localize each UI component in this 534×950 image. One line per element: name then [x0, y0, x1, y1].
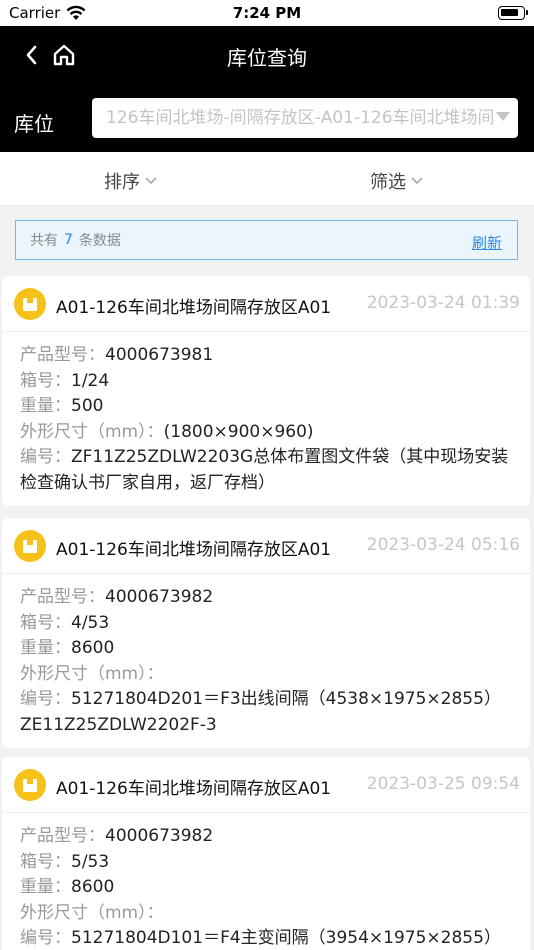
status-bar: Carrier 7:24 PM	[0, 0, 534, 26]
card-header: A01-126车间北堆场间隔存放区A01 2023-03-24 05:16	[2, 518, 530, 574]
code-value: 51271804D101＝F4主变间隔（3954×1975×2855）	[71, 928, 501, 948]
weight-value: 500	[71, 396, 104, 416]
box-icon	[14, 288, 46, 320]
code-value: 51271804D201＝F3出线间隔（4538×1975×2855）ZE11Z…	[20, 689, 501, 735]
model-label: 产品型号：	[20, 826, 105, 846]
model-value: 4000673982	[105, 587, 214, 607]
filter-button[interactable]: 筛选	[370, 168, 424, 194]
code-value: ZF11Z25ZDLW2203G总体布置图文件袋（其中现场安装检查确认书厂家自用…	[20, 447, 509, 493]
code-label: 编号：	[20, 447, 71, 467]
card-header: A01-126车间北堆场间隔存放区A01 2023-03-24 01:39	[2, 276, 530, 332]
weight-value: 8600	[71, 877, 115, 897]
box-icon	[14, 530, 46, 562]
box-icon	[14, 769, 46, 801]
filter-label: 筛选	[370, 172, 406, 193]
list-item[interactable]: A01-126车间北堆场间隔存放区A01 2023-03-25 09:54 产品…	[2, 757, 530, 950]
header: 库位查询 库位 126车间北堆场-间隔存放区-A01-126车间北堆场间	[0, 26, 534, 152]
result-summary: 共有 7 条数据 刷新	[15, 220, 518, 260]
size-label: 外形尺寸（mm）：	[20, 663, 164, 684]
model-value: 4000673982	[105, 826, 214, 846]
weight-label: 重量：	[20, 396, 71, 416]
size-value: (1800×900×960)	[163, 421, 314, 442]
card-title: A01-126车间北堆场间隔存放区A01	[56, 540, 332, 560]
size-label: 外形尺寸（mm）：	[20, 421, 164, 442]
card-time: 2023-03-24 01:39	[366, 293, 520, 313]
box-label: 箱号：	[20, 851, 71, 872]
card-time: 2023-03-25 09:54	[366, 774, 520, 794]
status-time: 7:24 PM	[232, 4, 302, 22]
dropdown-arrow-icon	[496, 112, 510, 121]
box-value: 5/53	[71, 851, 110, 872]
model-value: 4000673981	[105, 345, 214, 365]
sort-button[interactable]: 排序	[104, 168, 158, 194]
code-label: 编号：	[20, 928, 71, 948]
card-body: 产品型号：4000673981 箱号：1/24 重量：500 外形尺寸（mm）：…	[2, 332, 530, 506]
card-body: 产品型号：4000673982 箱号：5/53 重量：8600 外形尺寸（mm）…	[2, 813, 530, 950]
card-body: 产品型号：4000673982 箱号：4/53 重量：8600 外形尺寸（mm）…	[2, 574, 530, 748]
card-header: A01-126车间北堆场间隔存放区A01 2023-03-25 09:54	[2, 757, 530, 813]
box-label: 箱号：	[20, 370, 71, 391]
sort-label: 排序	[104, 172, 140, 193]
location-value: 126车间北堆场-间隔存放区-A01-126车间北堆场间	[106, 108, 495, 128]
list-item[interactable]: A01-126车间北堆场间隔存放区A01 2023-03-24 05:16 产品…	[2, 518, 530, 748]
weight-label: 重量：	[20, 638, 71, 658]
box-value: 4/53	[71, 612, 110, 633]
list-item[interactable]: A01-126车间北堆场间隔存放区A01 2023-03-24 01:39 产品…	[2, 276, 530, 506]
code-label: 编号：	[20, 689, 71, 709]
weight-value: 8600	[71, 638, 115, 658]
battery-icon	[498, 6, 528, 20]
location-select[interactable]: 126车间北堆场-间隔存放区-A01-126车间北堆场间	[92, 98, 518, 138]
location-label: 库位	[14, 112, 54, 136]
refresh-link[interactable]: 刷新	[472, 232, 502, 253]
result-count: 7	[64, 232, 73, 248]
model-label: 产品型号：	[20, 345, 105, 365]
card-time: 2023-03-24 05:16	[366, 535, 520, 555]
summary-prefix: 共有	[30, 233, 58, 249]
summary-suffix: 条数据	[78, 233, 121, 249]
chevron-down-icon	[411, 177, 423, 185]
page-title: 库位查询	[227, 46, 307, 70]
weight-label: 重量：	[20, 877, 71, 897]
box-value: 1/24	[71, 370, 110, 391]
card-title: A01-126车间北堆场间隔存放区A01	[56, 298, 332, 318]
filter-toolbar: 排序 筛选	[0, 152, 534, 206]
box-label: 箱号：	[20, 612, 71, 633]
size-label: 外形尺寸（mm）：	[20, 902, 164, 923]
card-title: A01-126车间北堆场间隔存放区A01	[56, 779, 332, 799]
model-label: 产品型号：	[20, 587, 105, 607]
chevron-down-icon	[145, 177, 157, 185]
